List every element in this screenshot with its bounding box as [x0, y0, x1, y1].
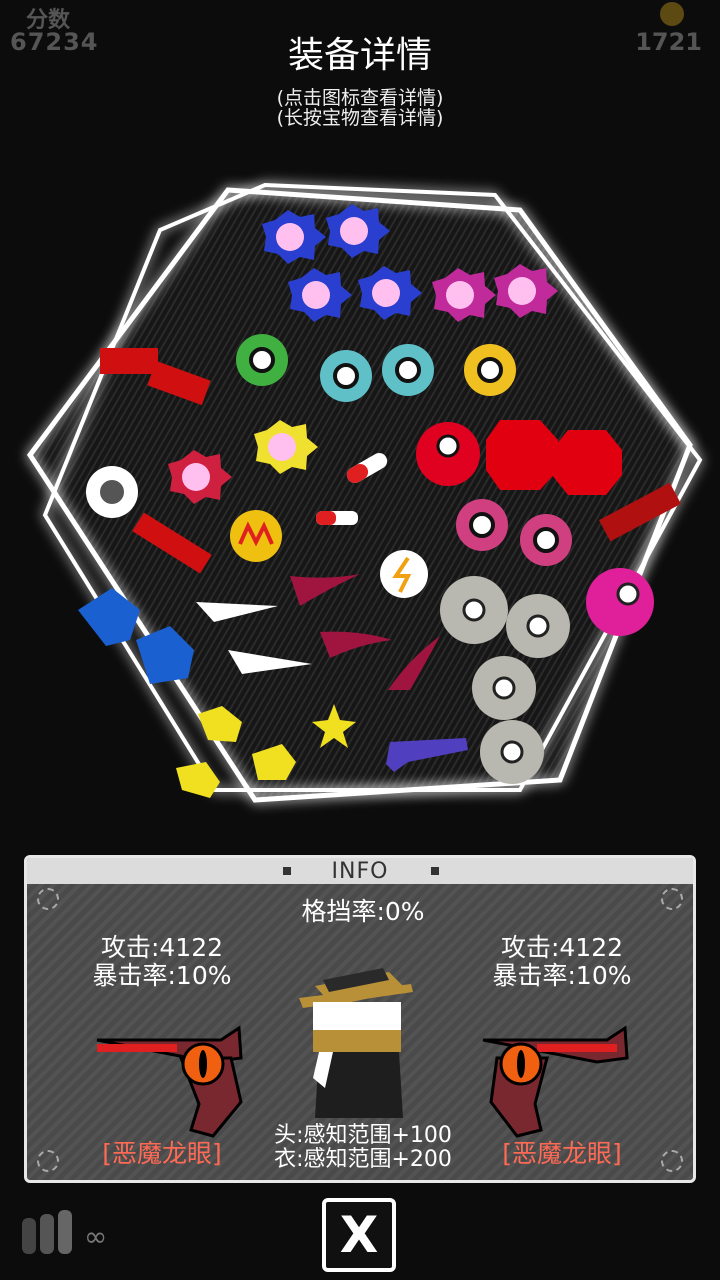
- hint-hold: (长按宝物查看详情): [276, 107, 444, 129]
- left-crit: 暴击率:10%: [92, 961, 232, 990]
- bullet-icon[interactable]: [316, 511, 358, 525]
- coin-icon: [660, 2, 684, 26]
- ring-gem-icon[interactable]: [236, 334, 288, 386]
- gear-ring-icon[interactable]: [480, 720, 544, 784]
- demon-gun-icon[interactable]: [477, 1018, 637, 1138]
- block-rate: 格挡率:0%: [301, 897, 425, 926]
- ring-gem-icon[interactable]: [86, 466, 138, 518]
- dialog-title: 装备详情: [287, 35, 432, 76]
- treasure-display: [26, 182, 703, 803]
- right-attack: 攻击:4122: [500, 933, 624, 962]
- info-header-label: INFO: [331, 859, 389, 884]
- ring-gem-icon[interactable]: [520, 514, 572, 566]
- character-avatar: [299, 968, 413, 1118]
- red-ring-icon[interactable]: [416, 422, 480, 486]
- info-panel: INFO 格挡率:0% 攻击:4122 暴击率:10% 攻击:4122 暴击率:…: [24, 855, 696, 1183]
- screw-icon: [661, 1150, 683, 1172]
- close-button[interactable]: X: [322, 1198, 396, 1272]
- m-coin-icon[interactable]: [230, 510, 282, 562]
- info-header: INFO: [27, 858, 693, 884]
- left-attack: 攻击:4122: [100, 933, 224, 962]
- screw-icon: [37, 1150, 59, 1172]
- ammo-icon: [22, 1210, 72, 1254]
- screw-icon: [661, 888, 683, 910]
- ring-gem-icon[interactable]: [456, 499, 508, 551]
- head-bonus: 头:感知范围+100: [274, 1123, 452, 1148]
- gear-ring-icon[interactable]: [472, 656, 536, 720]
- lightning-coin-icon[interactable]: [380, 550, 428, 598]
- ring-gem-icon[interactable]: [382, 344, 434, 396]
- gear-ring-icon[interactable]: [440, 576, 508, 644]
- ring-gem-icon[interactable]: [464, 344, 516, 396]
- body-bonus: 衣:感知范围+200: [274, 1147, 452, 1172]
- gear-ring-icon[interactable]: [506, 594, 570, 658]
- magenta-ring-icon[interactable]: [586, 568, 654, 636]
- demon-gun-icon[interactable]: [91, 1018, 251, 1138]
- ammo-count: ∞: [84, 1220, 108, 1253]
- screw-icon: [37, 888, 59, 910]
- right-crit: 暴击率:10%: [492, 961, 632, 990]
- ring-gem-icon[interactable]: [320, 350, 372, 402]
- hint-tap: (点击图标查看详情): [276, 87, 444, 109]
- close-icon: X: [339, 1206, 379, 1264]
